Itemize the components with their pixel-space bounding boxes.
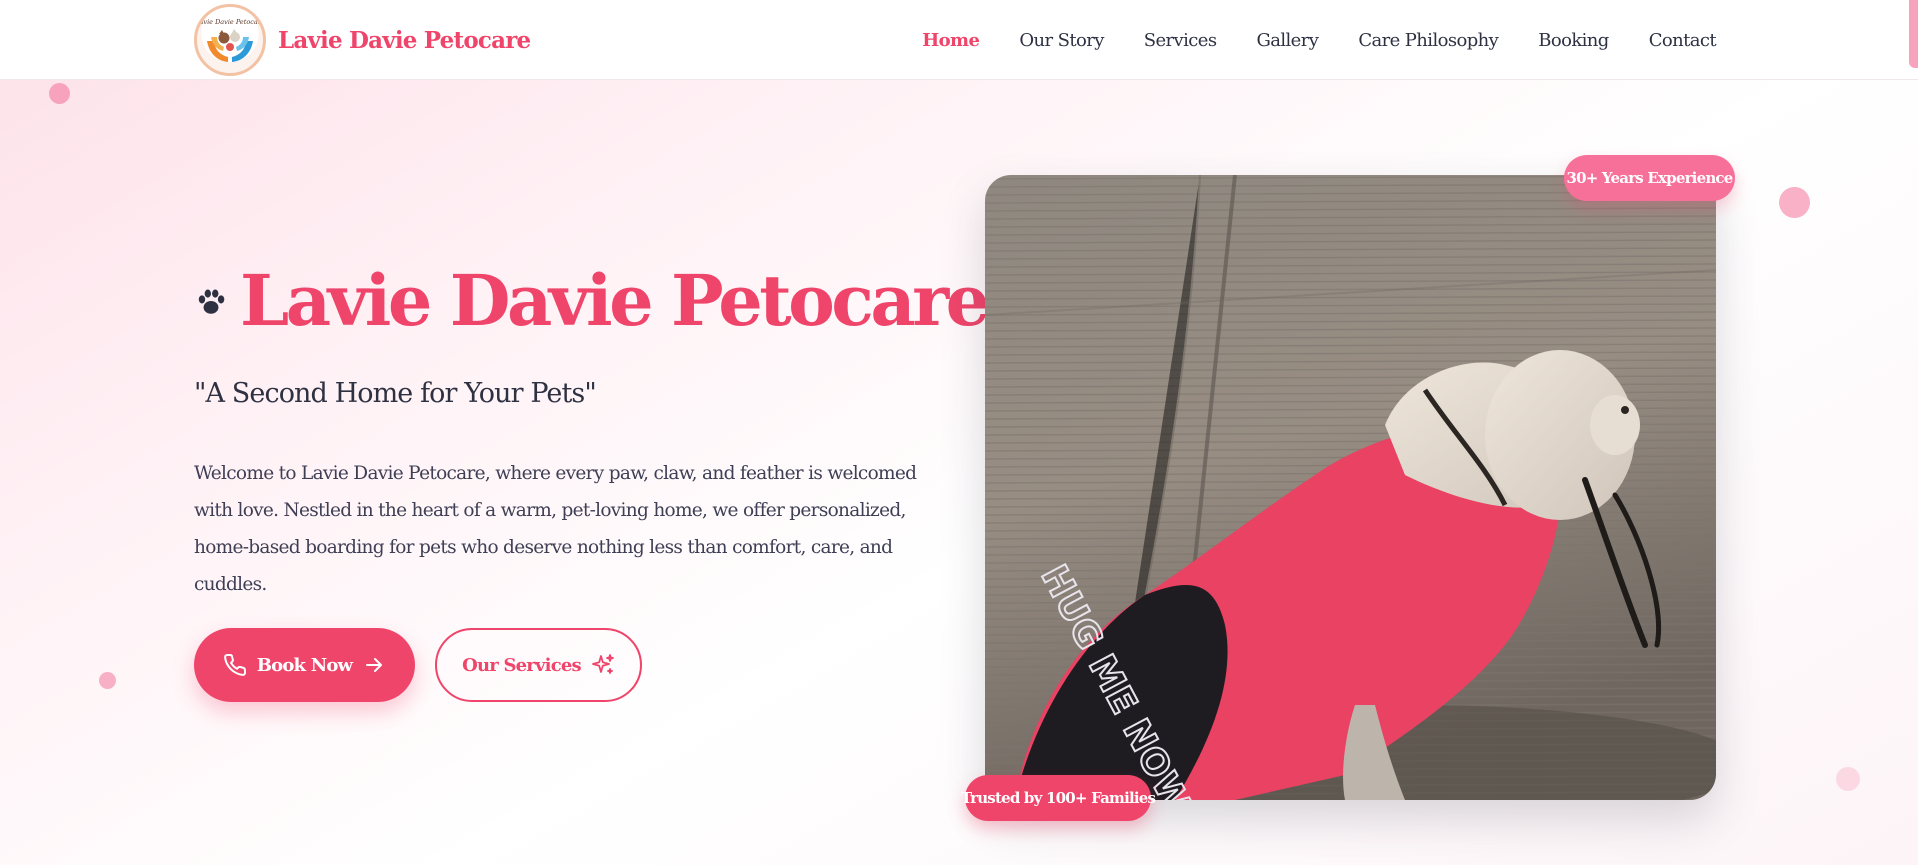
brand-home-link[interactable]: Lavie Davie Petocare Lavie Davie Petocar… xyxy=(194,4,531,76)
decorative-dot xyxy=(49,83,70,104)
dog-on-leash-image: HUG ME NOW xyxy=(985,175,1716,800)
hands-holding-pets-logo-icon: Lavie Davie Petocare xyxy=(197,18,263,62)
nav-link-home[interactable]: Home xyxy=(922,30,980,51)
book-now-button[interactable]: Book Now xyxy=(194,628,415,702)
hero-dog-photo: HUG ME NOW xyxy=(985,175,1716,800)
book-now-label: Book Now xyxy=(256,654,353,676)
decorative-dot xyxy=(1779,187,1810,218)
top-navbar: Lavie Davie Petocare Lavie Davie Petocar… xyxy=(0,0,1918,80)
our-services-button[interactable]: Our Services xyxy=(435,628,642,702)
decorative-dot xyxy=(1836,767,1860,791)
brand-logo: Lavie Davie Petocare xyxy=(194,4,266,76)
nav-link-gallery[interactable]: Gallery xyxy=(1256,30,1318,51)
hero-title: Lavie Davie Petocare xyxy=(240,259,990,342)
hero-title-row: Lavie Davie Petocare xyxy=(194,266,1031,336)
trust-badge: Trusted by 100+ Families xyxy=(961,775,1156,821)
nav-link-care-philosophy[interactable]: Care Philosophy xyxy=(1358,30,1499,51)
nav-link-services[interactable]: Services xyxy=(1144,30,1217,51)
main-nav: Home Our Story Services Gallery Care Phi… xyxy=(882,0,1716,80)
decorative-dot xyxy=(99,672,116,689)
phone-icon xyxy=(223,653,246,676)
logo-ring-text: Lavie Davie Petocare xyxy=(197,18,263,26)
experience-badge: 30+ Years Experience xyxy=(1564,155,1735,201)
scroll-progress-indicator[interactable] xyxy=(1909,0,1918,68)
hero-section: Lavie Davie Petocare "A Second Home for … xyxy=(0,80,1918,865)
nav-link-booking[interactable]: Booking xyxy=(1538,30,1609,51)
arrow-right-icon xyxy=(366,658,383,672)
our-services-label: Our Services xyxy=(462,654,582,676)
brand-name: Lavie Davie Petocare xyxy=(278,26,531,54)
nav-link-our-story[interactable]: Our Story xyxy=(1019,30,1104,51)
paw-icon xyxy=(198,289,225,314)
nav-link-contact[interactable]: Contact xyxy=(1649,30,1717,51)
sparkles-icon xyxy=(591,654,614,674)
hero-intro-text: Welcome to Lavie Davie Petocare, where e… xyxy=(194,463,917,595)
hero-tagline: "A Second Home for Your Pets" xyxy=(194,378,597,409)
